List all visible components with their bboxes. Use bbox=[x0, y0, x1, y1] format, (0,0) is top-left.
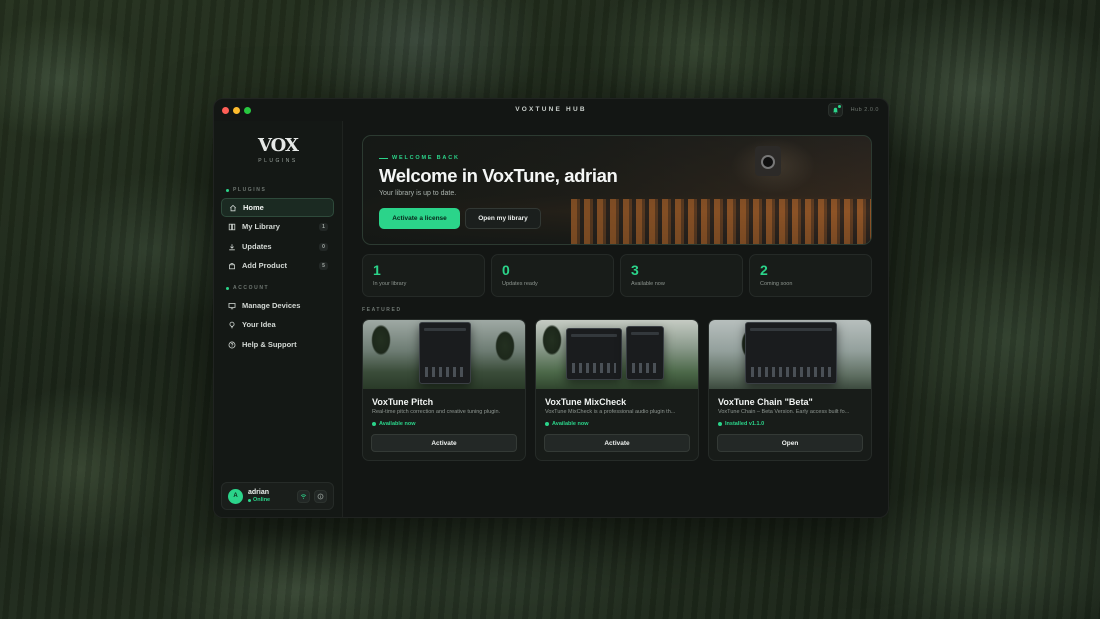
sidebar-item-label: Your Idea bbox=[242, 320, 276, 329]
account-section-label: ACCOUNT bbox=[226, 285, 269, 291]
product-title: VoxTune Pitch bbox=[372, 397, 434, 407]
product-description: VoxTune Chain – Beta Version. Early acce… bbox=[718, 409, 850, 415]
hero-title: Welcome in VoxTune, adrian bbox=[379, 165, 618, 186]
user-actions bbox=[297, 489, 327, 503]
welcome-hero: WELCOME BACK Welcome in VoxTune, adrian … bbox=[362, 135, 872, 245]
product-image bbox=[536, 320, 698, 389]
palm-tree-image bbox=[491, 326, 519, 389]
window-title: VOXTUNE HUB bbox=[515, 106, 587, 113]
bell-icon bbox=[833, 107, 838, 114]
app-version: Hub 2.0.0 bbox=[850, 107, 879, 113]
bag-icon bbox=[227, 261, 236, 270]
activate-mixcheck-button[interactable]: Activate bbox=[544, 434, 690, 452]
sidebar-item-label: Help & Support bbox=[242, 340, 297, 349]
product-title: VoxTune Chain "Beta" bbox=[718, 397, 813, 407]
hero-eyebrow: WELCOME BACK bbox=[379, 155, 460, 161]
library-count-badge: 1 bbox=[319, 222, 328, 231]
sidebar-item-label: Add Product bbox=[242, 261, 287, 270]
status-badge: Installed v1.1.0 bbox=[718, 421, 764, 427]
open-chain-button[interactable]: Open bbox=[717, 434, 863, 452]
hero-subtitle: Your library is up to date. bbox=[379, 190, 457, 197]
featured-section-label: FEATURED bbox=[362, 307, 402, 313]
help-icon bbox=[227, 340, 236, 349]
plugin-window-preview bbox=[566, 328, 622, 380]
stat-card-library: 1 In your library bbox=[362, 254, 485, 297]
brand-logo: VOX PLUGINS bbox=[214, 135, 342, 165]
stat-card-updates: 0 Updates ready bbox=[491, 254, 614, 297]
product-title: VoxTune MixCheck bbox=[545, 397, 627, 407]
product-description: VoxTune MixCheck is a professional audio… bbox=[545, 409, 676, 415]
wifi-icon bbox=[300, 493, 307, 499]
stat-value: 3 bbox=[631, 262, 639, 278]
sidebar: VOX PLUGINS PLUGINS Home My Library 1 Up… bbox=[214, 121, 343, 517]
monitor-icon bbox=[227, 301, 236, 310]
sidebar-item-my-library[interactable]: My Library 1 bbox=[221, 217, 334, 236]
sidebar-item-label: Manage Devices bbox=[242, 301, 301, 310]
activate-license-button[interactable]: Activate a license bbox=[379, 208, 460, 229]
palm-tree-image bbox=[538, 320, 566, 389]
connection-button[interactable] bbox=[297, 489, 310, 503]
stat-label: Updates ready bbox=[502, 281, 538, 287]
home-icon bbox=[228, 203, 237, 212]
status-badge: Available now bbox=[545, 421, 588, 427]
sidebar-item-your-idea[interactable]: Your Idea bbox=[221, 315, 334, 334]
studio-speaker-image bbox=[755, 146, 781, 176]
lightbulb-icon bbox=[227, 320, 236, 329]
avatar: A bbox=[228, 488, 243, 504]
stat-label: In your library bbox=[373, 281, 407, 287]
info-icon bbox=[317, 493, 324, 499]
info-button[interactable] bbox=[314, 489, 327, 503]
sidebar-item-label: My Library bbox=[242, 222, 280, 231]
activate-pitch-button[interactable]: Activate bbox=[371, 434, 517, 452]
product-card-mixcheck: VoxTune MixCheck VoxTune MixCheck is a p… bbox=[535, 319, 699, 461]
sidebar-item-home[interactable]: Home bbox=[221, 198, 334, 217]
sidebar-item-help-support[interactable]: Help & Support bbox=[221, 335, 334, 354]
stat-card-coming-soon: 2 Coming soon bbox=[749, 254, 872, 297]
logo-subtitle: PLUGINS bbox=[258, 158, 298, 164]
logo-mark: VOX bbox=[258, 135, 299, 156]
sidebar-item-label: Updates bbox=[242, 242, 272, 251]
product-image bbox=[363, 320, 525, 389]
stat-value: 2 bbox=[760, 262, 768, 278]
download-icon bbox=[227, 242, 236, 251]
user-name: adrian bbox=[248, 489, 270, 496]
sidebar-item-updates[interactable]: Updates 0 bbox=[221, 237, 334, 256]
notifications-button[interactable] bbox=[828, 103, 843, 117]
sidebar-item-add-product[interactable]: Add Product 5 bbox=[221, 256, 334, 275]
app-window: VOXTUNE HUB Hub 2.0.0 VOX PLUGINS PLUGIN… bbox=[213, 98, 889, 518]
user-info: adrian Online bbox=[248, 489, 270, 503]
stat-label: Coming soon bbox=[760, 281, 793, 287]
updates-count-badge: 0 bbox=[319, 242, 328, 251]
product-card-pitch: VoxTune Pitch Real-time pitch correction… bbox=[362, 319, 526, 461]
sidebar-item-label: Home bbox=[243, 203, 264, 212]
product-description: Real-time pitch correction and creative … bbox=[372, 409, 501, 415]
title-bar: VOXTUNE HUB Hub 2.0.0 bbox=[214, 99, 888, 121]
stat-card-available: 3 Available now bbox=[620, 254, 743, 297]
plugin-window-preview bbox=[419, 322, 471, 384]
plugin-window-preview bbox=[626, 326, 664, 380]
studio-console-image bbox=[571, 199, 871, 244]
add-product-count-badge: 5 bbox=[319, 261, 328, 270]
open-library-button[interactable]: Open my library bbox=[465, 208, 541, 229]
status-badge: Available now bbox=[372, 421, 415, 427]
library-icon bbox=[227, 222, 236, 231]
palm-tree-image bbox=[367, 320, 395, 389]
sidebar-item-manage-devices[interactable]: Manage Devices bbox=[221, 296, 334, 315]
stat-value: 1 bbox=[373, 262, 381, 278]
stat-value: 0 bbox=[502, 262, 510, 278]
stat-label: Available now bbox=[631, 281, 665, 287]
plugin-window-preview bbox=[745, 322, 837, 384]
plugins-section-label: PLUGINS bbox=[226, 187, 266, 193]
product-card-chain: VoxTune Chain "Beta" VoxTune Chain – Bet… bbox=[708, 319, 872, 461]
user-status: Online bbox=[248, 497, 270, 503]
product-image bbox=[709, 320, 871, 389]
user-card[interactable]: A adrian Online bbox=[221, 482, 334, 510]
